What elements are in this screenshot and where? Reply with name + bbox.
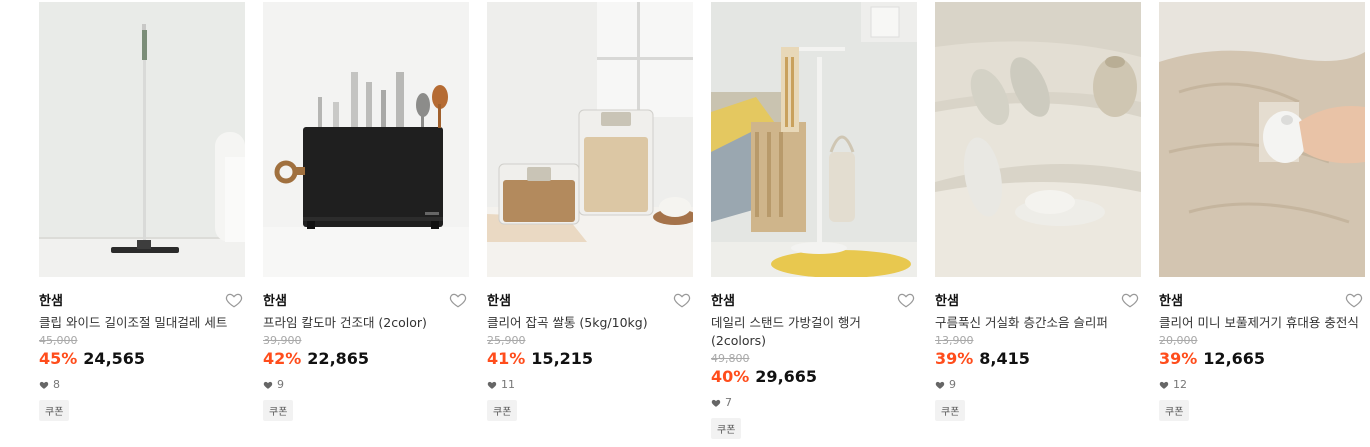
- heart-small-icon: [711, 399, 721, 407]
- sale-price: 29,665: [755, 367, 818, 386]
- likes-count: 9: [263, 378, 469, 392]
- price-row: 45% 24,565: [39, 348, 245, 370]
- coupon-badge[interactable]: 쿠폰: [487, 400, 518, 421]
- heart-icon[interactable]: [1345, 291, 1365, 311]
- product-image[interactable]: [39, 2, 245, 277]
- product-title[interactable]: 구름푹신 거실화 층간소음 슬리퍼: [935, 314, 1141, 332]
- product-card[interactable]: 한샘 클립 와이드 길이조절 밀대걸레 세트 45,000 45% 24,565 …: [39, 2, 245, 421]
- likes-value: 12: [1173, 378, 1187, 391]
- coupon-badge[interactable]: 쿠폰: [935, 400, 966, 421]
- brand-name: 한샘: [1159, 294, 1183, 309]
- price-row: 41% 15,215: [487, 348, 693, 370]
- original-price: 25,900: [487, 334, 526, 347]
- heart-icon[interactable]: [225, 291, 245, 311]
- product-image[interactable]: [487, 2, 693, 277]
- brand-name: 한샘: [935, 294, 959, 309]
- product-card[interactable]: 한샘 구름푹신 거실화 층간소음 슬리퍼 13,900 39% 8,415 9 쿠…: [935, 2, 1141, 421]
- original-price: 13,900: [935, 334, 974, 347]
- heart-icon[interactable]: [897, 291, 917, 311]
- product-image[interactable]: [935, 2, 1141, 277]
- original-price: 49,800: [711, 352, 750, 365]
- product-card[interactable]: 한샘 프라임 칼도마 건조대 (2color) 39,900 42% 22,865…: [263, 2, 469, 421]
- heart-icon[interactable]: [673, 291, 693, 311]
- price-row: 42% 22,865: [263, 348, 469, 370]
- coupon-badge[interactable]: 쿠폰: [263, 400, 294, 421]
- likes-count: 7: [711, 396, 917, 410]
- discount-rate: 41%: [487, 349, 526, 368]
- heart-icon[interactable]: [449, 291, 469, 311]
- sale-price: 22,865: [307, 349, 370, 368]
- likes-value: 7: [725, 396, 732, 409]
- likes-count: 11: [487, 378, 693, 392]
- sale-price: 12,665: [1203, 349, 1266, 368]
- original-price: 20,000: [1159, 334, 1198, 347]
- heart-small-icon: [935, 381, 945, 389]
- original-price: 39,900: [263, 334, 302, 347]
- price-row: 40% 29,665: [711, 366, 917, 388]
- product-title[interactable]: 클리어 미니 보풀제거기 휴대용 충전식: [1159, 314, 1365, 332]
- heart-small-icon: [263, 381, 273, 389]
- brand-name: 한샘: [39, 294, 63, 309]
- original-price: 45,000: [39, 334, 78, 347]
- product-title[interactable]: 프라임 칼도마 건조대 (2color): [263, 314, 469, 332]
- likes-value: 8: [53, 378, 60, 391]
- heart-icon[interactable]: [1121, 291, 1141, 311]
- price-row: 39% 8,415: [935, 348, 1141, 370]
- brand-name: 한샘: [711, 294, 735, 309]
- discount-rate: 45%: [39, 349, 78, 368]
- likes-count: 9: [935, 378, 1141, 392]
- product-image[interactable]: [711, 2, 917, 277]
- likes-value: 9: [949, 378, 956, 391]
- heart-small-icon: [1159, 381, 1169, 389]
- product-grid: 한샘 클립 와이드 길이조절 밀대걸레 세트 45,000 45% 24,565 …: [0, 0, 1370, 447]
- heart-small-icon: [487, 381, 497, 389]
- sale-price: 15,215: [531, 349, 594, 368]
- product-card[interactable]: 한샘 클리어 미니 보풀제거기 휴대용 충전식 20,000 39% 12,665…: [1159, 2, 1365, 421]
- likes-count: 12: [1159, 378, 1365, 392]
- likes-value: 9: [277, 378, 284, 391]
- likes-value: 11: [501, 378, 515, 391]
- product-card[interactable]: 한샘 데일리 스탠드 가방걸이 행거 (2colors) 49,800 40% 2…: [711, 2, 917, 439]
- likes-count: 8: [39, 378, 245, 392]
- product-image[interactable]: [263, 2, 469, 277]
- heart-small-icon: [39, 381, 49, 389]
- price-row: 39% 12,665: [1159, 348, 1365, 370]
- discount-rate: 39%: [1159, 349, 1198, 368]
- coupon-badge[interactable]: 쿠폰: [711, 418, 742, 439]
- product-image[interactable]: [1159, 2, 1365, 277]
- product-title[interactable]: 클리어 잡곡 쌀통 (5kg/10kg): [487, 314, 693, 332]
- discount-rate: 39%: [935, 349, 974, 368]
- brand-name: 한샘: [263, 294, 287, 309]
- coupon-badge[interactable]: 쿠폰: [1159, 400, 1190, 421]
- coupon-badge[interactable]: 쿠폰: [39, 400, 70, 421]
- product-title[interactable]: 클립 와이드 길이조절 밀대걸레 세트: [39, 314, 245, 332]
- product-card[interactable]: 한샘 클리어 잡곡 쌀통 (5kg/10kg) 25,900 41% 15,215…: [487, 2, 693, 421]
- discount-rate: 42%: [263, 349, 302, 368]
- sale-price: 8,415: [979, 349, 1030, 368]
- discount-rate: 40%: [711, 367, 750, 386]
- product-title[interactable]: 데일리 스탠드 가방걸이 행거 (2colors): [711, 314, 917, 350]
- brand-name: 한샘: [487, 294, 511, 309]
- sale-price: 24,565: [83, 349, 146, 368]
